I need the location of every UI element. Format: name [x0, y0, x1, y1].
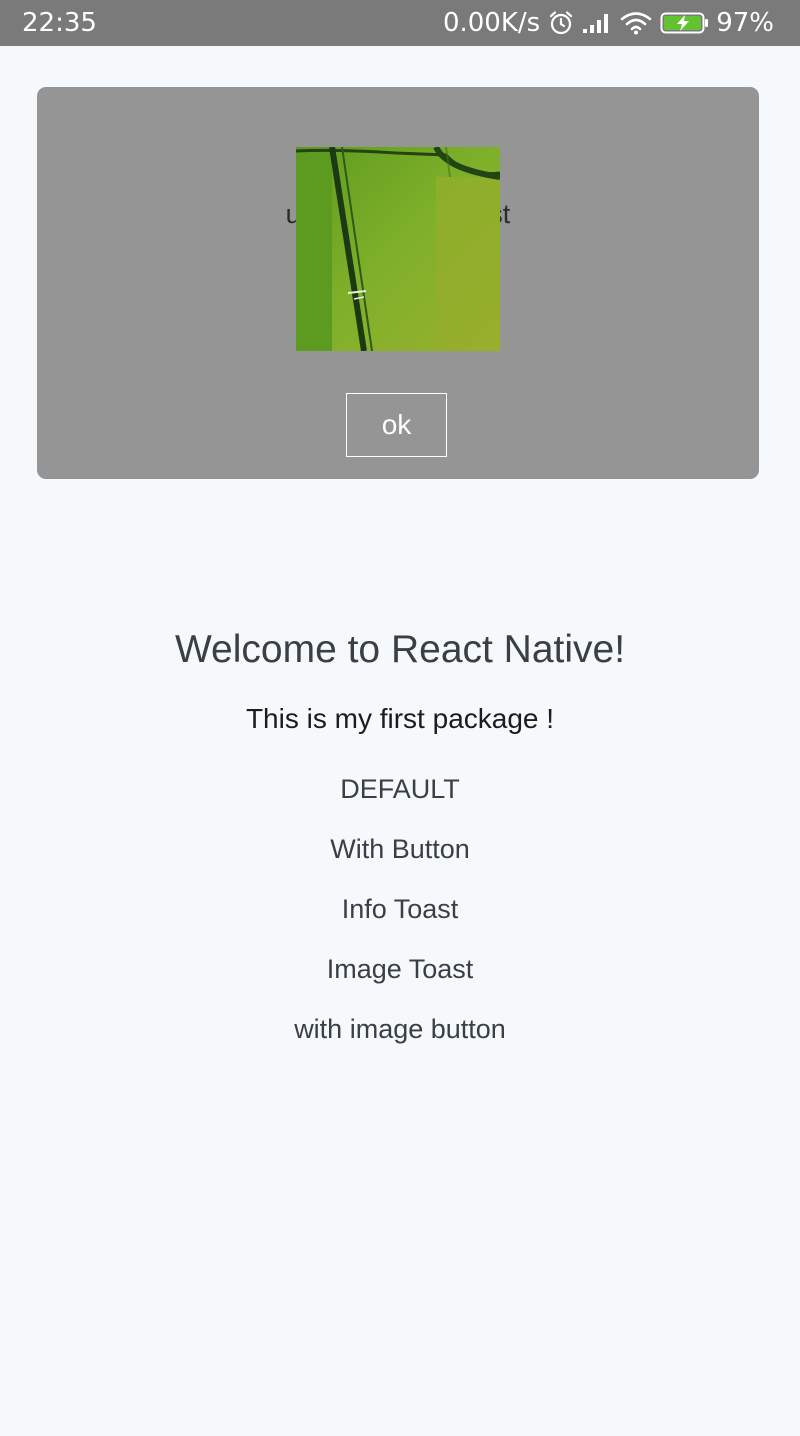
toast: use image in Toast ok [37, 87, 759, 479]
with-image-button-toast-button[interactable]: with image button [0, 1014, 800, 1045]
signal-icon [582, 12, 612, 34]
rice-field-aerial-image [296, 147, 500, 351]
with-button-toast-button[interactable]: With Button [0, 834, 800, 865]
battery-percent: 97% [716, 8, 774, 38]
status-bar: 22:35 0.00K/s 97% [0, 0, 800, 46]
battery-charging-icon [660, 11, 710, 35]
image-toast-button[interactable]: Image Toast [0, 954, 800, 985]
status-time: 22:35 [22, 8, 97, 38]
alarm-icon [548, 10, 574, 36]
default-toast-button[interactable]: DEFAULT [0, 774, 800, 805]
ok-button[interactable]: ok [346, 393, 447, 457]
info-toast-button[interactable]: Info Toast [0, 894, 800, 925]
welcome-title: Welcome to React Native! [174, 628, 626, 671]
status-icons: 0.00K/s 97% [435, 7, 774, 39]
wifi-icon [620, 11, 652, 35]
net-speed: 0.00K/s [442, 8, 541, 38]
subtitle: This is my first package ! [245, 703, 555, 734]
